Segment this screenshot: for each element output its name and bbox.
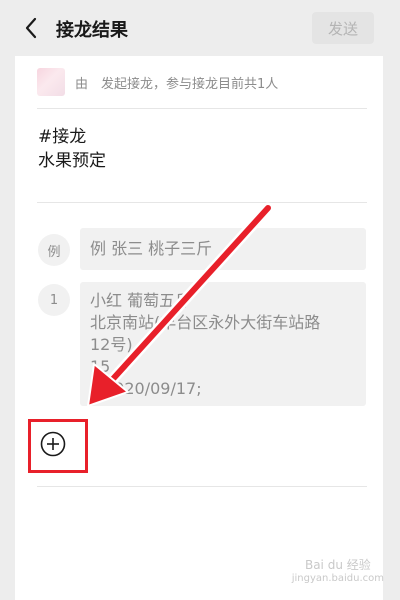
entry-line: 15 [90, 357, 111, 376]
entry-1-box[interactable]: 小红 葡萄五斤 北京南站(丰台区永外大街车站路 12号) 15 2020/09/… [80, 282, 366, 406]
initiator-prefix: 由 [75, 77, 89, 92]
chain-title: 水果预定 [38, 151, 106, 171]
entry-line: 小红 葡萄五斤 [90, 291, 192, 310]
chain-topic: #接龙 [38, 127, 87, 147]
participant-summary: 发起接龙，参与接龙目前共1人 [101, 77, 279, 92]
add-entry-icon[interactable] [39, 430, 67, 458]
header-bar: 接龙结果 发送 [0, 0, 400, 56]
entry-line: 12号) [90, 335, 133, 354]
entry-line: 2020/09/17; [104, 379, 202, 398]
example-badge: 例 [38, 234, 70, 266]
avatar [37, 68, 65, 96]
send-button[interactable]: 发送 [312, 12, 374, 44]
divider [37, 108, 367, 109]
watermark-title: Bai du 经验 [304, 558, 371, 572]
back-arrow-icon[interactable] [22, 16, 42, 40]
divider [37, 486, 367, 487]
example-entry: 例 张三 桃子三斤 [80, 228, 366, 270]
entry-line: 北京南站(丰台区永外大街车站路 [90, 313, 321, 332]
divider [37, 202, 367, 203]
watermark: Bai du 经验 jingyan.baidu.com [292, 558, 384, 586]
page-title: 接龙结果 [56, 20, 128, 41]
chain-card: 由 发起接龙，参与接龙目前共1人 #接龙 水果预定 例 例 张三 桃子三斤 1 … [15, 56, 383, 600]
entry-number-badge: 1 [38, 284, 70, 316]
watermark-url: jingyan.baidu.com [291, 573, 384, 584]
